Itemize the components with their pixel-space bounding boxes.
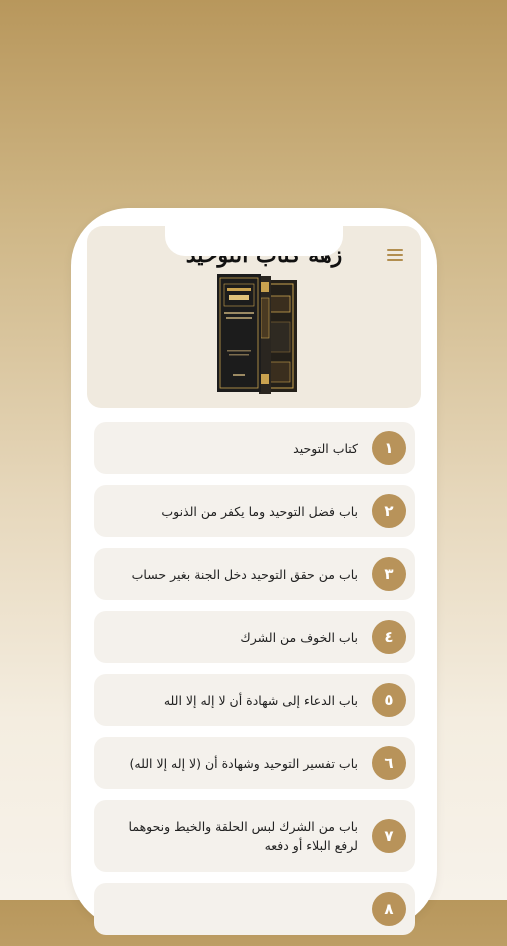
chapter-number-badge: ٣: [372, 557, 406, 591]
list-item[interactable]: ٥ باب الدعاء إلى شهادة أن لا إله إلا الل…: [94, 674, 415, 726]
chapter-title: باب الخوف من الشرك: [240, 629, 358, 645]
chapter-title: كتاب التوحيد: [293, 440, 358, 456]
chapter-number-badge: ٨: [372, 892, 406, 926]
chapter-list: ١ كتاب التوحيد ٢ باب فضل التوحيد وما يكف…: [94, 422, 415, 946]
chapter-number-badge: ١: [372, 431, 406, 465]
list-item[interactable]: ٦ باب تفسير التوحيد وشهادة أن (لا إله إل…: [94, 737, 415, 789]
chapter-number-badge: ٥: [372, 683, 406, 717]
chapter-title: باب فضل التوحيد وما يكفر من الذنوب: [161, 503, 358, 519]
chapter-number-badge: ٦: [372, 746, 406, 780]
list-item[interactable]: ٣ باب من حقق التوحيد دخل الجنة بغير حساب: [94, 548, 415, 600]
list-item[interactable]: ٨: [94, 883, 415, 935]
hamburger-menu-icon[interactable]: [387, 249, 403, 263]
chapter-title: باب الدعاء إلى شهادة أن لا إله إلا الله: [163, 692, 358, 708]
list-item[interactable]: ٤ باب الخوف من الشرك: [94, 611, 415, 663]
list-item[interactable]: ٢ باب فضل التوحيد وما يكفر من الذنوب: [94, 485, 415, 537]
list-item[interactable]: ١ كتاب التوحيد: [94, 422, 415, 474]
list-item[interactable]: ٧ باب من الشرك لبس الحلقة والخيط ونحوهما…: [94, 800, 415, 872]
chapter-number-badge: ٤: [372, 620, 406, 654]
chapter-title: باب تفسير التوحيد وشهادة أن (لا إله إلا …: [129, 755, 358, 771]
book-cover-image: [217, 274, 297, 394]
phone-notch: [165, 222, 343, 256]
chapter-title: باب من الشرك لبس الحلقة والخيط ونحوهما ل…: [128, 819, 358, 853]
chapter-title: باب من حقق التوحيد دخل الجنة بغير حساب: [131, 566, 358, 582]
chapter-number-badge: ٢: [372, 494, 406, 528]
chapter-number-badge: ٧: [372, 819, 406, 853]
